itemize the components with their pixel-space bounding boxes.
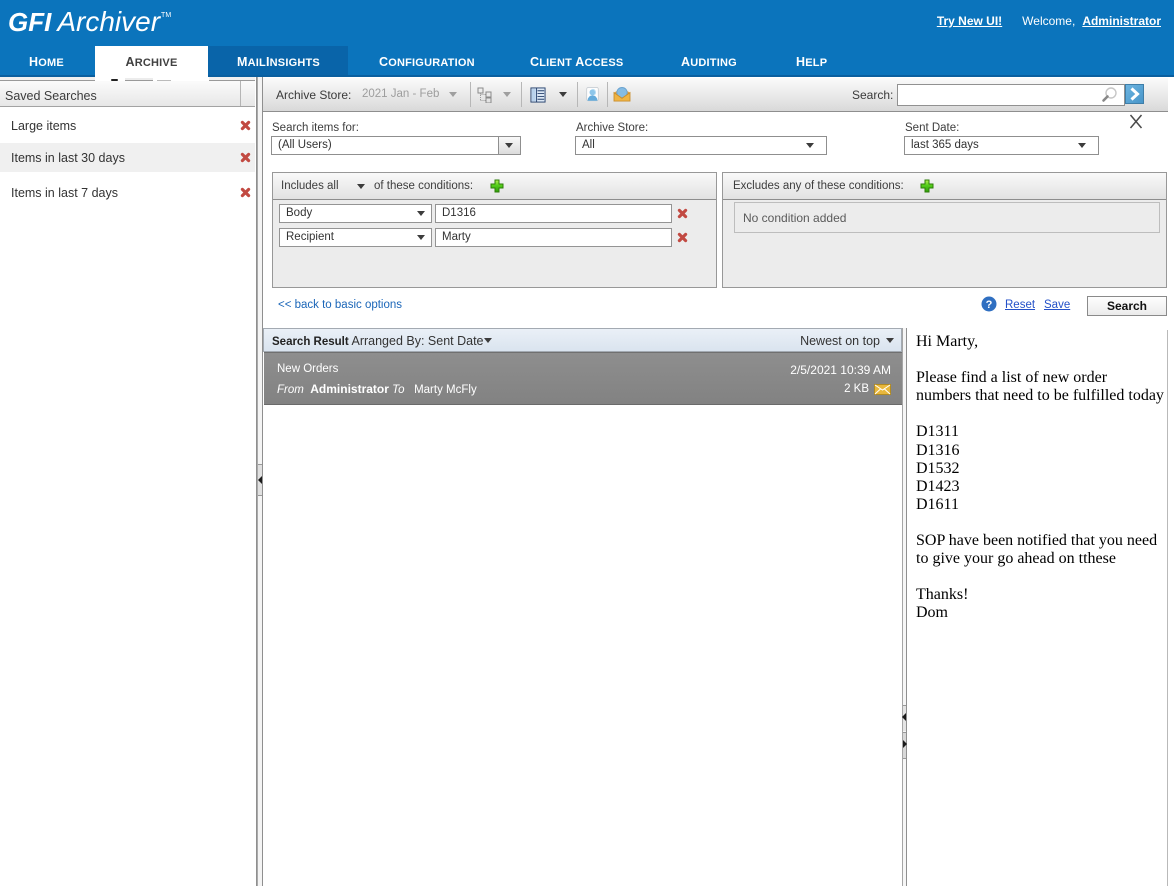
svg-text:?: ? [986, 299, 993, 311]
